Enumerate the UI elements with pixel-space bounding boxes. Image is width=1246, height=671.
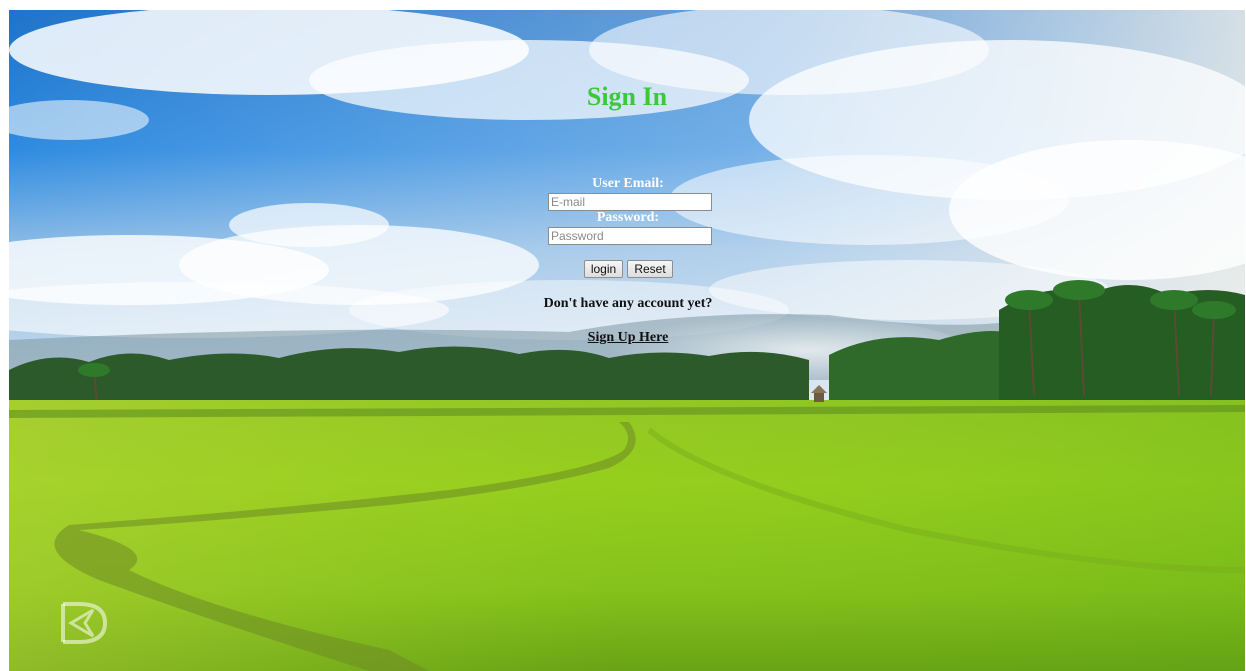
no-account-text: Don't have any account yet? [543,296,713,311]
password-label: Password: [596,210,660,225]
signin-form: Sign In User Email: Password: login Rese… [9,10,1245,671]
signin-title: Sign In [586,82,668,111]
watermark-logo-icon [61,602,108,644]
email-label: User Email: [592,176,664,191]
login-page: Sign In User Email: Password: login Rese… [9,10,1245,671]
email-input[interactable] [548,193,712,211]
login-button[interactable]: login [584,260,623,278]
reset-button[interactable]: Reset [627,260,673,278]
signup-link-container: Sign Up Here [9,330,1245,346]
password-input[interactable] [548,227,712,245]
signup-link[interactable]: Sign Up Here [588,330,669,345]
